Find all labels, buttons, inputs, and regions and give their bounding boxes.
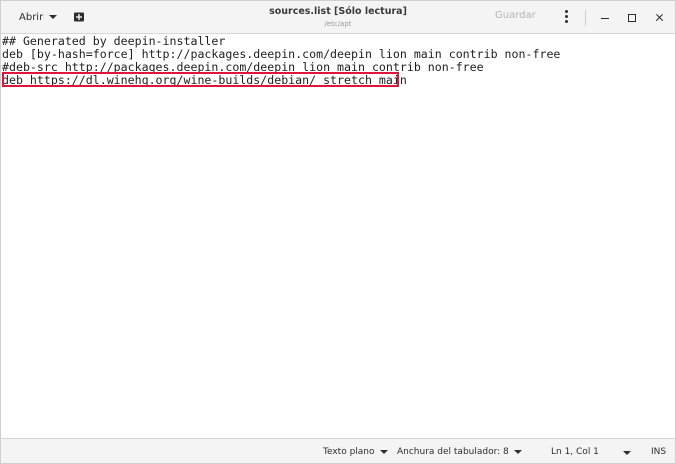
tab-width-selector[interactable]: Anchura del tabulador: 8 [397,447,522,457]
tab-width-label: Anchura del tabulador: 8 [397,447,509,457]
text-editor-area[interactable]: ## Generated by deepin-installer deb [by… [1,34,675,438]
status-bar: Texto plano Anchura del tabulador: 8 Ln … [1,438,675,463]
chevron-down-icon [513,450,522,454]
editor-line[interactable]: deb https://dl.winehq.org/wine-builds/de… [2,73,407,87]
language-label: Texto plano [323,447,375,457]
insert-mode-indicator[interactable]: INS [651,447,666,457]
editor-line[interactable]: #deb-src http://packages.deepin.com/deep… [2,60,484,74]
kebab-menu-icon[interactable] [563,10,569,26]
editor-line[interactable]: ## Generated by deepin-installer [2,34,225,48]
minimize-icon[interactable] [596,9,614,27]
maximize-icon[interactable] [623,9,641,27]
window-title: sources.list [Sólo lectura] [269,6,407,17]
text-editor-window: Abrir sources.list [Sólo lectura] /etc/a… [0,0,676,464]
open-button-label: Abrir [19,11,44,23]
header-bar: Abrir sources.list [Sólo lectura] /etc/a… [1,1,675,34]
editor-line[interactable]: deb [by-hash=force] http://packages.deep… [2,47,560,61]
header-separator [585,10,586,26]
open-button[interactable]: Abrir [13,7,63,27]
chevron-down-icon [379,450,388,454]
language-selector[interactable]: Texto plano [323,447,388,457]
window-subtitle: /etc/apt [324,20,352,28]
window-title-block: sources.list [Sólo lectura] /etc/apt [238,6,438,29]
close-icon[interactable] [651,9,669,27]
chevron-down-icon[interactable] [623,451,631,455]
cursor-position[interactable]: Ln 1, Col 1 [551,447,599,457]
chevron-down-icon [49,15,58,19]
save-button[interactable]: Guardar [495,10,536,21]
new-document-icon[interactable] [73,11,85,23]
